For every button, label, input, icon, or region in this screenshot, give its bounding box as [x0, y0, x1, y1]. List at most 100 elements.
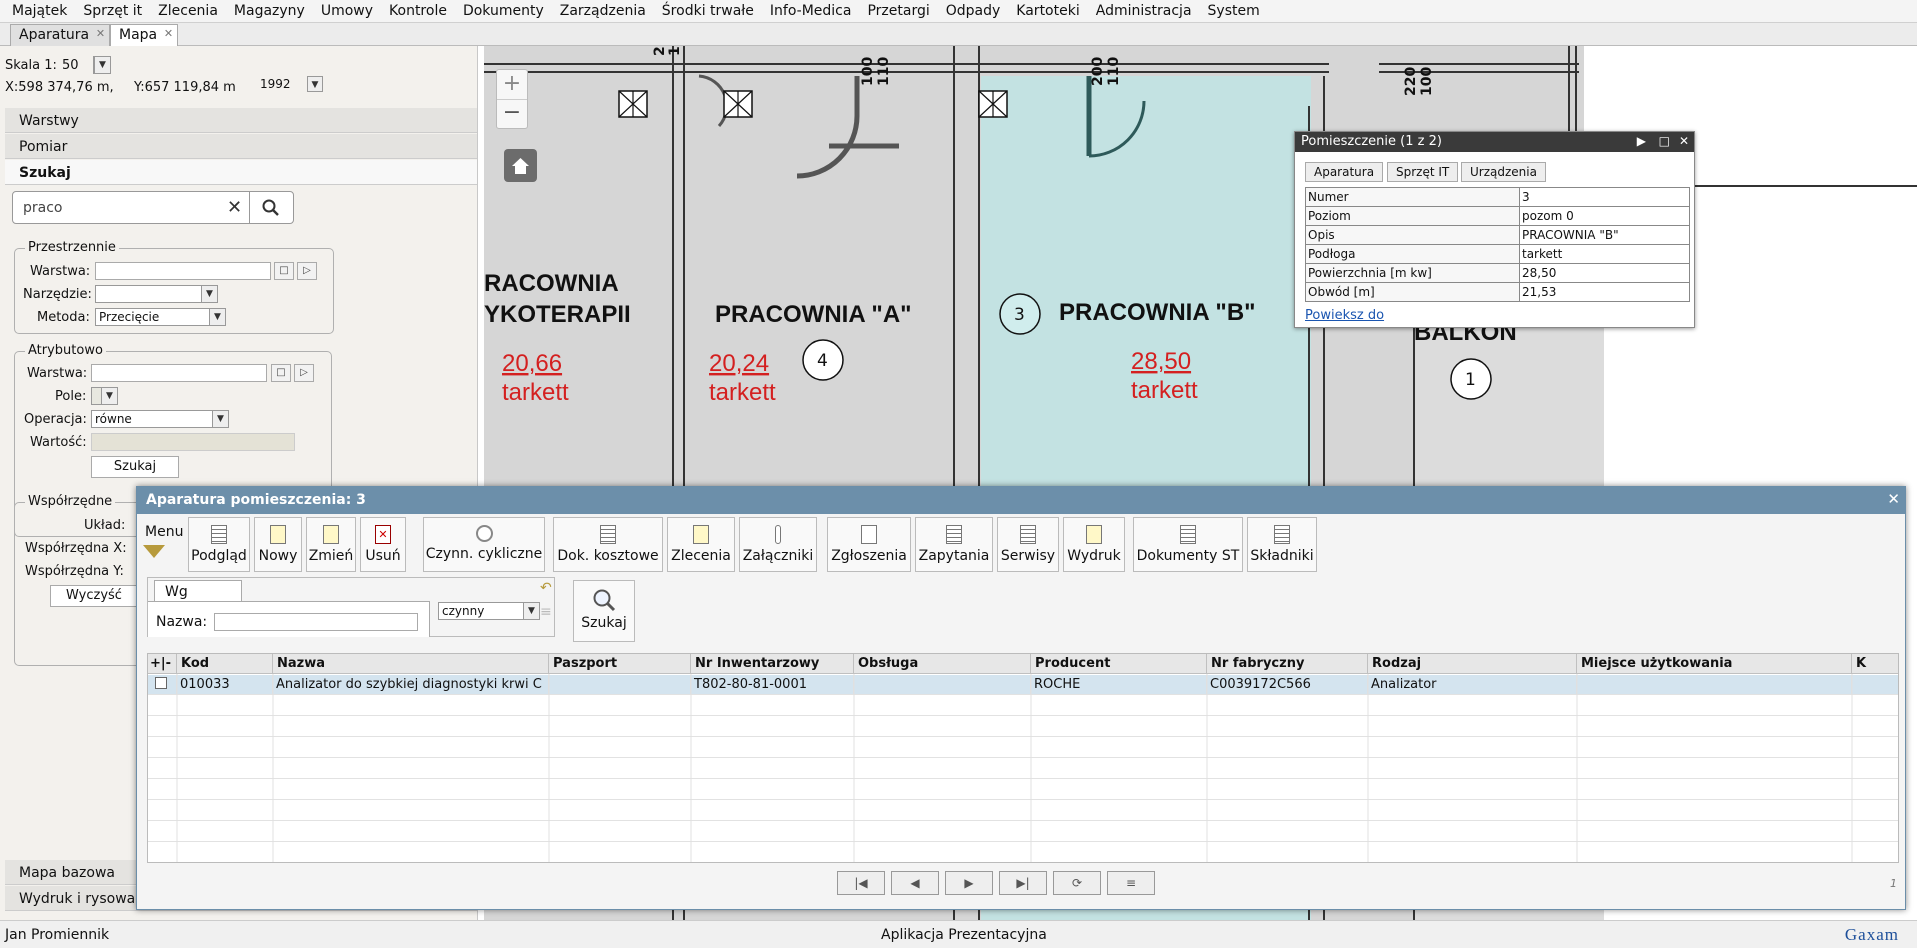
- column-header[interactable]: Rodzaj: [1368, 654, 1577, 674]
- menu-magazyny[interactable]: Magazyny: [226, 0, 313, 22]
- column-header[interactable]: Kod: [177, 654, 273, 674]
- first-page-button[interactable]: |◀: [837, 871, 885, 895]
- tab-wg-nazwy[interactable]: Wg nazwy: [154, 580, 242, 616]
- scale-dropdown[interactable]: ▼: [93, 56, 111, 74]
- zoom-to-link[interactable]: Powieksz do: [1305, 308, 1384, 323]
- search-icon[interactable]: [261, 198, 281, 218]
- select-layer-icon[interactable]: □: [274, 262, 294, 280]
- button-label: Składniki: [1250, 548, 1314, 564]
- expand-collapse-icon[interactable]: +|-: [148, 654, 177, 674]
- zapytania-button[interactable]: Zapytania: [915, 517, 993, 572]
- czynn-cykliczne-button[interactable]: Czynn. cykliczne: [423, 517, 545, 572]
- szukaj-button[interactable]: Szukaj: [573, 580, 635, 642]
- table-row[interactable]: 010033 Analizator do szybkiej diagnostyk…: [148, 675, 1898, 695]
- accordion-pomiar[interactable]: Pomiar: [5, 134, 477, 159]
- serwisy-button[interactable]: Serwisy: [997, 517, 1059, 572]
- close-icon[interactable]: ✕: [164, 27, 173, 40]
- edit-icon: [323, 525, 339, 544]
- next-icon[interactable]: ▶: [1637, 134, 1646, 148]
- zalaczniki-button[interactable]: Załączniki: [739, 517, 817, 572]
- page-indicator: 1: [1890, 877, 1897, 890]
- wartosc-input[interactable]: [91, 433, 295, 451]
- wydruk-button[interactable]: Wydruk: [1063, 517, 1125, 572]
- prev-page-button[interactable]: ◀: [891, 871, 939, 895]
- zgloszenia-button[interactable]: Zgłoszenia: [827, 517, 911, 572]
- columns-button[interactable]: ≡: [1107, 871, 1155, 895]
- menu-info-medica[interactable]: Info-Medica: [762, 0, 860, 22]
- pole-select[interactable]: ▼: [91, 387, 118, 405]
- warstwa-input[interactable]: [91, 364, 267, 382]
- row-checkbox[interactable]: [148, 675, 177, 694]
- popup-tab-aparatura[interactable]: Aparatura: [1305, 162, 1384, 182]
- column-header[interactable]: Miejsce użytkowania: [1577, 654, 1852, 674]
- nazwa-input[interactable]: [214, 613, 418, 631]
- menu-przetargi[interactable]: Przetargi: [859, 0, 937, 22]
- menu-srodki-trwale[interactable]: Środki trwałe: [654, 0, 762, 22]
- menu-zarzadzenia[interactable]: Zarządzenia: [552, 0, 654, 22]
- play-icon[interactable]: ▷: [297, 262, 317, 280]
- warstwa-input[interactable]: [95, 262, 271, 280]
- column-header[interactable]: Nr fabryczny: [1207, 654, 1368, 674]
- zmien-button[interactable]: Zmień: [306, 517, 356, 572]
- column-header[interactable]: Nazwa: [273, 654, 549, 674]
- status-select[interactable]: czynny ▼: [438, 602, 540, 620]
- column-header[interactable]: Nr Inwentarzowy: [691, 654, 854, 674]
- menu-sprzet-it[interactable]: Sprzęt it: [75, 0, 150, 22]
- szukaj-button[interactable]: Szukaj: [91, 456, 179, 478]
- narzedzie-select[interactable]: ▼: [95, 285, 218, 303]
- arrow-down-icon[interactable]: [143, 545, 165, 558]
- popup-tab-urzadzenia[interactable]: Urządzenia: [1461, 162, 1546, 182]
- next-page-button[interactable]: ▶: [945, 871, 993, 895]
- menu-odpady[interactable]: Odpady: [938, 0, 1009, 22]
- menu-zlecenia[interactable]: Zlecenia: [150, 0, 226, 22]
- popup-tab-sprzet-it[interactable]: Sprzęt IT: [1387, 162, 1459, 182]
- menu-kartoteki[interactable]: Kartoteki: [1008, 0, 1087, 22]
- menu-dokumenty[interactable]: Dokumenty: [455, 0, 552, 22]
- wyczysc-button[interactable]: Wyczyść: [50, 585, 138, 607]
- year-select[interactable]: 1992 ▼: [257, 76, 323, 94]
- column-header[interactable]: Obsługa: [854, 654, 1031, 674]
- dim-label: 110: [1106, 57, 1122, 86]
- search-input[interactable]: praco: [23, 200, 62, 216]
- play-icon[interactable]: ▷: [294, 364, 314, 382]
- operacja-select[interactable]: równe ▼: [91, 410, 229, 428]
- dokumenty-st-button[interactable]: Dokumenty ST: [1133, 517, 1243, 572]
- tab-mapa[interactable]: Mapa ✕: [110, 24, 179, 46]
- menu-umowy[interactable]: Umowy: [313, 0, 381, 22]
- list-icon[interactable]: ≡: [540, 604, 552, 620]
- last-page-button[interactable]: ▶|: [999, 871, 1047, 895]
- clear-icon[interactable]: ✕: [227, 197, 242, 218]
- zlecenia-button[interactable]: Zlecenia: [667, 517, 735, 572]
- usun-button[interactable]: ✕ Usuń: [360, 517, 406, 572]
- maximize-icon[interactable]: □: [1659, 134, 1670, 148]
- zoom-in-button[interactable]: +: [497, 70, 527, 100]
- metoda-select[interactable]: Przecięcie ▼: [95, 308, 226, 326]
- warstwa-label: Warstwa:: [30, 264, 91, 279]
- podglad-button[interactable]: Podgląd: [188, 517, 250, 572]
- home-button[interactable]: [504, 149, 537, 182]
- close-icon[interactable]: ✕: [1887, 490, 1900, 508]
- accordion-warstwy[interactable]: Warstwy: [5, 108, 477, 133]
- nowy-button[interactable]: Nowy: [254, 517, 302, 572]
- tab-aparatura[interactable]: Aparatura ✕: [10, 24, 111, 46]
- column-header[interactable]: Paszport: [549, 654, 691, 674]
- menu-system[interactable]: System: [1200, 0, 1268, 22]
- empty-row: [148, 696, 1898, 716]
- accordion-szukaj[interactable]: Szukaj: [5, 160, 477, 185]
- column-header[interactable]: K: [1852, 654, 1898, 674]
- menu-administracja[interactable]: Administracja: [1088, 0, 1200, 22]
- undo-icon[interactable]: ↶: [540, 580, 552, 596]
- aparatura-dialog: Aparatura pomieszczenia: 3 ✕ Menu Podglą…: [136, 486, 1906, 910]
- menu-kontrole[interactable]: Kontrole: [381, 0, 455, 22]
- zoom-out-button[interactable]: −: [497, 100, 527, 128]
- skladniki-button[interactable]: Składniki: [1247, 517, 1317, 572]
- menu-majatek[interactable]: Majątek: [4, 0, 75, 22]
- close-icon[interactable]: ✕: [96, 27, 105, 40]
- close-icon[interactable]: ✕: [1679, 134, 1689, 148]
- select-layer-icon[interactable]: □: [271, 364, 291, 382]
- chevron-down-icon: ▼: [212, 411, 228, 427]
- refresh-button[interactable]: ⟳: [1053, 871, 1101, 895]
- divider: [249, 192, 250, 223]
- dok-kosztowe-button[interactable]: Dok. kosztowe: [553, 517, 663, 572]
- column-header[interactable]: Producent: [1031, 654, 1207, 674]
